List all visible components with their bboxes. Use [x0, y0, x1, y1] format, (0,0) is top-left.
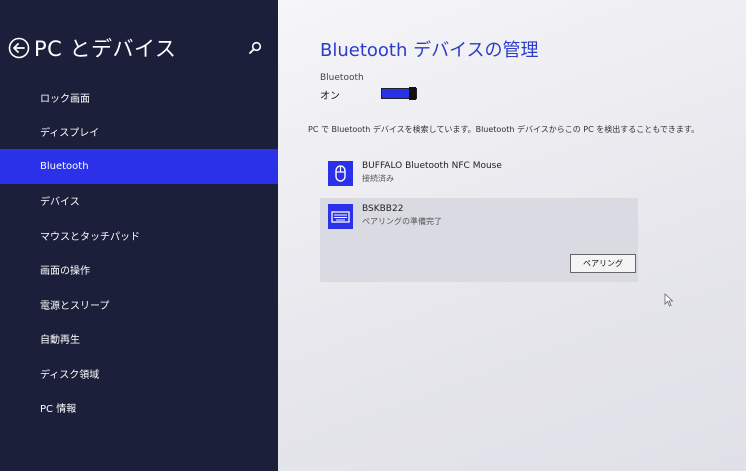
device-status: ペアリングの準備完了	[362, 217, 442, 226]
nav-item-label: Bluetooth	[40, 160, 89, 172]
main-panel: Bluetooth デバイスの管理 Bluetooth オン PC で Blue…	[278, 0, 746, 471]
mouse-icon	[328, 161, 353, 186]
nav-item-label: 自動再生	[40, 335, 80, 347]
nav-item-bluetooth[interactable]: Bluetooth	[0, 149, 278, 184]
search-icon[interactable]	[248, 40, 262, 54]
nav-item-label: 画面の操作	[40, 266, 90, 278]
nav-item-label: ロック画面	[40, 93, 90, 105]
page-title: Bluetooth デバイスの管理	[320, 40, 539, 61]
device-name: BUFFALO Bluetooth NFC Mouse	[362, 161, 502, 171]
back-arrow-icon[interactable]	[8, 37, 30, 59]
nav-item-lock-screen[interactable]: ロック画面	[0, 80, 278, 115]
nav-item-display[interactable]: ディスプレイ	[0, 115, 278, 150]
toggle-thumb[interactable]	[409, 87, 416, 100]
nav-item-label: マウスとタッチパッド	[40, 231, 140, 243]
nav-item-devices[interactable]: デバイス	[0, 184, 278, 219]
bluetooth-state-text: オン	[320, 91, 340, 102]
nav-item-label: デバイス	[40, 197, 80, 209]
nav-item-power-sleep[interactable]: 電源とスリープ	[0, 287, 278, 322]
device-item-keyboard[interactable]: BSKBB22 ペアリングの準備完了 ペアリング	[320, 198, 638, 282]
nav-item-label: 電源とスリープ	[40, 300, 110, 312]
nav-item-label: ディスク領域	[40, 369, 100, 381]
sidebar-header: PC とデバイス	[8, 34, 270, 62]
nav-item-screen-control[interactable]: 画面の操作	[0, 253, 278, 288]
bluetooth-toggle[interactable]	[381, 87, 417, 100]
search-description: PC で Bluetooth デバイスを検索しています。Bluetooth デバ…	[308, 125, 700, 134]
sidebar: PC とデバイス ロック画面 ディスプレイ Bluetooth デバイス マウス…	[0, 0, 278, 471]
nav-item-mouse-touchpad[interactable]: マウスとタッチパッド	[0, 218, 278, 253]
nav-item-pc-info[interactable]: PC 情報	[0, 391, 278, 426]
device-name: BSKBB22	[362, 204, 404, 214]
nav-item-label: ディスプレイ	[40, 128, 100, 140]
mouse-cursor-icon	[664, 292, 674, 307]
bluetooth-toggle-label: Bluetooth	[320, 73, 364, 83]
pair-button[interactable]: ペアリング	[570, 254, 636, 273]
settings-nav: ロック画面 ディスプレイ Bluetooth デバイス マウスとタッチパッド 画…	[0, 80, 278, 425]
sidebar-title: PC とデバイス	[34, 37, 177, 61]
nav-item-label: PC 情報	[40, 404, 77, 416]
device-status: 接続済み	[362, 174, 394, 183]
nav-item-disk-space[interactable]: ディスク領域	[0, 356, 278, 391]
device-item-mouse[interactable]: BUFFALO Bluetooth NFC Mouse 接続済み	[320, 155, 638, 193]
keyboard-icon	[328, 204, 353, 229]
nav-item-autoplay[interactable]: 自動再生	[0, 322, 278, 357]
